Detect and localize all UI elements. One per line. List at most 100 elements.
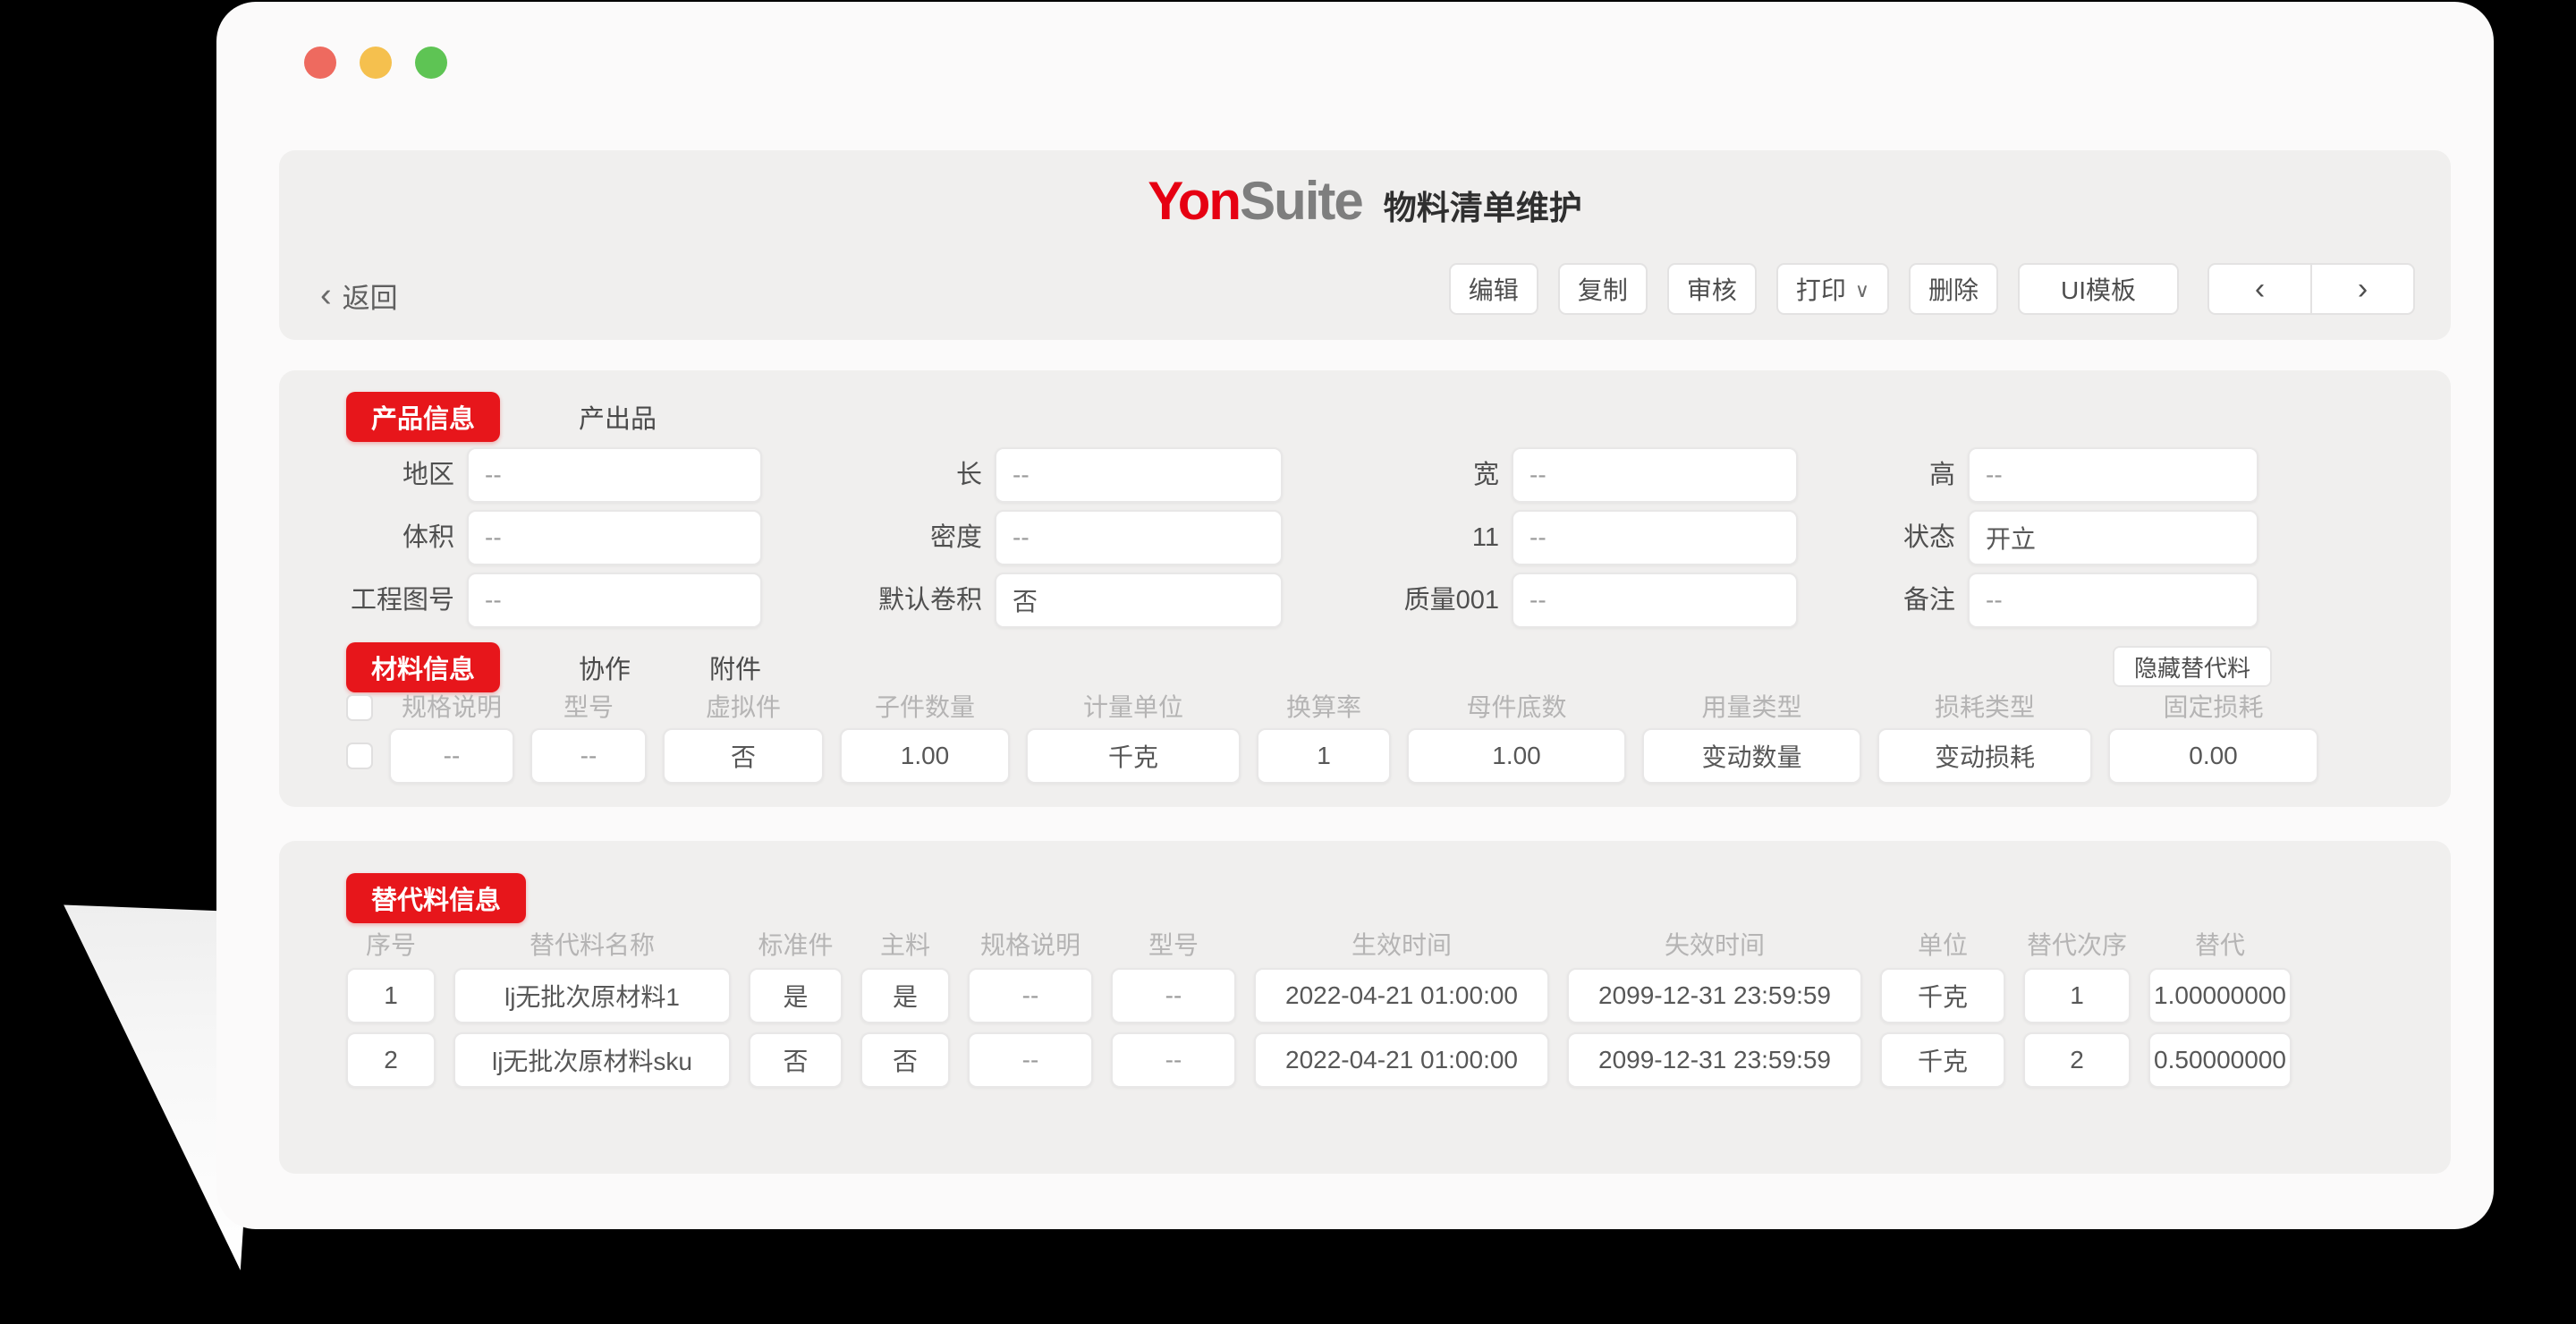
material-tabs: 材料信息 协作 附件 xyxy=(346,642,761,692)
page-title: 物料清单维护 xyxy=(1384,181,1582,229)
cell-substitute-order[interactable]: 2 xyxy=(2023,1032,2131,1088)
cell-substitute-ratio[interactable]: 1.00000000 xyxy=(2148,968,2292,1023)
col-header-child-qty: 子件数量 xyxy=(840,694,1010,721)
back-label: 返回 xyxy=(343,276,398,316)
prev-record-button[interactable]: ‹ xyxy=(2207,263,2311,315)
hide-substitute-button[interactable]: 隐藏替代料 xyxy=(2113,646,2272,687)
product-form: 地区 -- 长 -- 宽 -- 高 -- 体积 -- 密度 -- 11 -- 状… xyxy=(279,447,2451,635)
cell-effective-time[interactable]: 2022-04-21 01:00:00 xyxy=(1254,1032,1549,1088)
cell-spec[interactable]: -- xyxy=(389,728,514,784)
cell-seq[interactable]: 1 xyxy=(346,968,436,1023)
col-header-conversion: 换算率 xyxy=(1257,694,1391,721)
tab-attachment[interactable]: 附件 xyxy=(709,649,761,686)
field-input-quality001[interactable]: -- xyxy=(1512,573,1798,628)
print-button[interactable]: 打印 ∨ xyxy=(1776,263,1889,315)
cell-standard-part[interactable]: 否 xyxy=(749,1032,843,1088)
field-label-height: 高 xyxy=(1798,447,1968,503)
cell-unit[interactable]: 千克 xyxy=(1880,1032,2005,1088)
edit-label: 编辑 xyxy=(1469,271,1519,307)
back-chevron-icon: ‹ xyxy=(320,282,332,310)
cell-fixed-loss[interactable]: 0.00 xyxy=(2108,728,2318,784)
col-header-fixed-loss: 固定损耗 xyxy=(2108,694,2318,721)
cell-substitute-ratio[interactable]: 0.50000000 xyxy=(2148,1032,2292,1088)
col-header-unit: 单位 xyxy=(1880,932,2005,959)
field-input-drawing-no[interactable]: -- xyxy=(467,573,762,628)
product-tabs: 产品信息 产出品 xyxy=(346,392,657,442)
cell-spec[interactable]: -- xyxy=(968,968,1093,1023)
app-window: YonSuite 物料清单维护 ‹ 返回 编辑 复制 审核 打印 ∨ 删除 UI… xyxy=(216,2,2494,1229)
yonsuite-logo: YonSuite xyxy=(1148,170,1362,232)
cell-substitute-name[interactable]: lj无批次原材料1 xyxy=(453,968,731,1023)
audit-button[interactable]: 审核 xyxy=(1667,263,1757,315)
col-header-model: 型号 xyxy=(1111,932,1236,959)
cell-conversion[interactable]: 1 xyxy=(1257,728,1391,784)
field-input-height[interactable]: -- xyxy=(1968,447,2258,503)
col-header-seq: 序号 xyxy=(346,932,436,959)
chevron-left-icon: ‹ xyxy=(2255,272,2265,307)
field-input-remark[interactable]: -- xyxy=(1968,573,2258,628)
field-label-width: 宽 xyxy=(1283,447,1512,503)
field-label-remark: 备注 xyxy=(1798,573,1968,628)
form-row: 工程图号 -- 默认卷积 否 质量001 -- 备注 -- xyxy=(279,573,2451,628)
cell-unit[interactable]: 千克 xyxy=(1026,728,1241,784)
tab-collaboration[interactable]: 协作 xyxy=(579,649,631,686)
row-checkbox[interactable] xyxy=(346,743,373,769)
field-input-density[interactable]: -- xyxy=(995,510,1283,565)
substitute-info-badge[interactable]: 替代料信息 xyxy=(346,873,526,923)
field-input-width[interactable]: -- xyxy=(1512,447,1798,503)
cell-expiry-time[interactable]: 2099-12-31 23:59:59 xyxy=(1567,968,1862,1023)
cell-model[interactable]: -- xyxy=(1111,1032,1236,1088)
edit-button[interactable]: 编辑 xyxy=(1449,263,1538,315)
cell-seq[interactable]: 2 xyxy=(346,1032,436,1088)
cell-main-material[interactable]: 是 xyxy=(860,968,950,1023)
cell-model[interactable]: -- xyxy=(1111,968,1236,1023)
col-header-substitute-ratio: 替代 xyxy=(2148,932,2292,959)
field-input-volume[interactable]: -- xyxy=(467,510,762,565)
copy-label: 复制 xyxy=(1578,271,1628,307)
tab-product-info[interactable]: 产品信息 xyxy=(346,392,500,442)
tab-output-item[interactable]: 产出品 xyxy=(579,398,657,436)
cell-child-qty[interactable]: 1.00 xyxy=(840,728,1010,784)
cell-usage-type[interactable]: 变动数量 xyxy=(1642,728,1861,784)
cell-main-material[interactable]: 否 xyxy=(860,1032,950,1088)
header-panel: YonSuite 物料清单维护 ‹ 返回 编辑 复制 审核 打印 ∨ 删除 UI… xyxy=(279,150,2451,340)
cell-spec[interactable]: -- xyxy=(968,1032,1093,1088)
col-header-spec: 规格说明 xyxy=(389,694,514,721)
record-pager: ‹ › xyxy=(2207,263,2415,315)
cell-loss-type[interactable]: 变动损耗 xyxy=(1877,728,2092,784)
tab-material-info[interactable]: 材料信息 xyxy=(346,642,500,692)
col-header-usage-type: 用量类型 xyxy=(1642,694,1861,721)
cell-effective-time[interactable]: 2022-04-21 01:00:00 xyxy=(1254,968,1549,1023)
chevron-down-icon: ∨ xyxy=(1855,279,1869,302)
cell-substitute-name[interactable]: lj无批次原材料sku xyxy=(453,1032,731,1088)
cell-virtual[interactable]: 否 xyxy=(663,728,824,784)
ui-template-button[interactable]: UI模板 xyxy=(2018,263,2179,315)
col-header-main-material: 主料 xyxy=(860,932,950,959)
cell-model[interactable]: -- xyxy=(530,728,647,784)
minimize-window-button[interactable] xyxy=(360,47,392,79)
stage: YonSuite 物料清单维护 ‹ 返回 编辑 复制 审核 打印 ∨ 删除 UI… xyxy=(0,0,2576,1324)
cell-standard-part[interactable]: 是 xyxy=(749,968,843,1023)
field-label-density: 密度 xyxy=(762,510,995,565)
col-header-loss-type: 损耗类型 xyxy=(1877,694,2092,721)
delete-button[interactable]: 删除 xyxy=(1909,263,1998,315)
field-input-length[interactable]: -- xyxy=(995,447,1283,503)
select-all-checkbox[interactable] xyxy=(346,694,373,721)
back-button[interactable]: ‹ 返回 xyxy=(320,276,398,316)
zoom-window-button[interactable] xyxy=(415,47,447,79)
field-input-status[interactable]: 开立 xyxy=(1968,510,2258,565)
next-record-button[interactable]: › xyxy=(2311,263,2415,315)
delete-label: 删除 xyxy=(1928,271,1979,307)
cell-substitute-order[interactable]: 1 xyxy=(2023,968,2131,1023)
cell-expiry-time[interactable]: 2099-12-31 23:59:59 xyxy=(1567,1032,1862,1088)
field-input-region[interactable]: -- xyxy=(467,447,762,503)
col-header-standard-part: 标准件 xyxy=(749,932,843,959)
copy-button[interactable]: 复制 xyxy=(1558,263,1648,315)
print-label: 打印 xyxy=(1796,271,1846,307)
cell-parent-base[interactable]: 1.00 xyxy=(1407,728,1626,784)
cell-unit[interactable]: 千克 xyxy=(1880,968,2005,1023)
material-table-header: 规格说明 型号 虚拟件 子件数量 计量单位 换算率 母件底数 用量类型 损耗类型… xyxy=(346,694,2318,721)
field-input-11[interactable]: -- xyxy=(1512,510,1798,565)
close-window-button[interactable] xyxy=(304,47,336,79)
field-input-default-volume[interactable]: 否 xyxy=(995,573,1283,628)
